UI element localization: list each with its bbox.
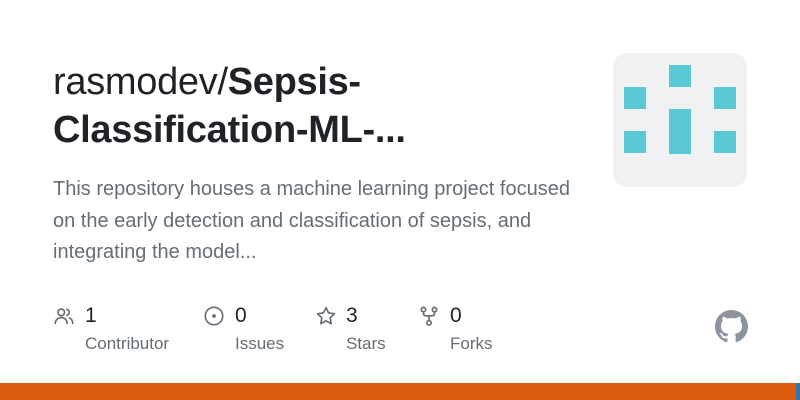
avatar-tile bbox=[714, 131, 736, 153]
stat-contributors-value: 1 bbox=[85, 304, 97, 327]
contributors-icon bbox=[53, 305, 75, 327]
repo-owner: rasmodev/ bbox=[53, 61, 228, 103]
language-segment bbox=[796, 383, 800, 400]
stat-stars-label: Stars bbox=[346, 334, 386, 353]
stat-issues-value: 0 bbox=[235, 304, 247, 327]
stat-forks-value: 0 bbox=[450, 304, 462, 327]
repo-name-line1: Sepsis- bbox=[227, 61, 361, 103]
repo-name-line2: Classification-ML-... bbox=[53, 109, 406, 151]
stat-forks-label: Forks bbox=[450, 334, 493, 353]
language-segment bbox=[0, 383, 796, 400]
avatar-tile bbox=[624, 131, 646, 153]
language-bar bbox=[0, 383, 800, 400]
avatar-tile bbox=[624, 87, 646, 109]
star-icon bbox=[315, 305, 337, 327]
avatar-tile bbox=[714, 87, 736, 109]
repo-stats: 1 Contributor 0 Issues 3 Stars 0 Forks bbox=[53, 302, 553, 362]
avatar-tile bbox=[669, 109, 691, 154]
avatar-tile bbox=[669, 65, 691, 87]
repo-avatar bbox=[613, 53, 747, 187]
repo-description: This repository houses a machine learnin… bbox=[53, 178, 570, 263]
stat-stars-value: 3 bbox=[346, 304, 358, 327]
stat-issues-label: Issues bbox=[235, 334, 285, 353]
repo-title[interactable]: rasmodev/Sepsis- Classification-ML-... bbox=[53, 58, 593, 154]
github-icon[interactable] bbox=[715, 310, 748, 343]
stat-contributors-label: Contributor bbox=[85, 334, 170, 353]
fork-icon bbox=[418, 305, 440, 327]
issues-icon bbox=[203, 305, 225, 327]
